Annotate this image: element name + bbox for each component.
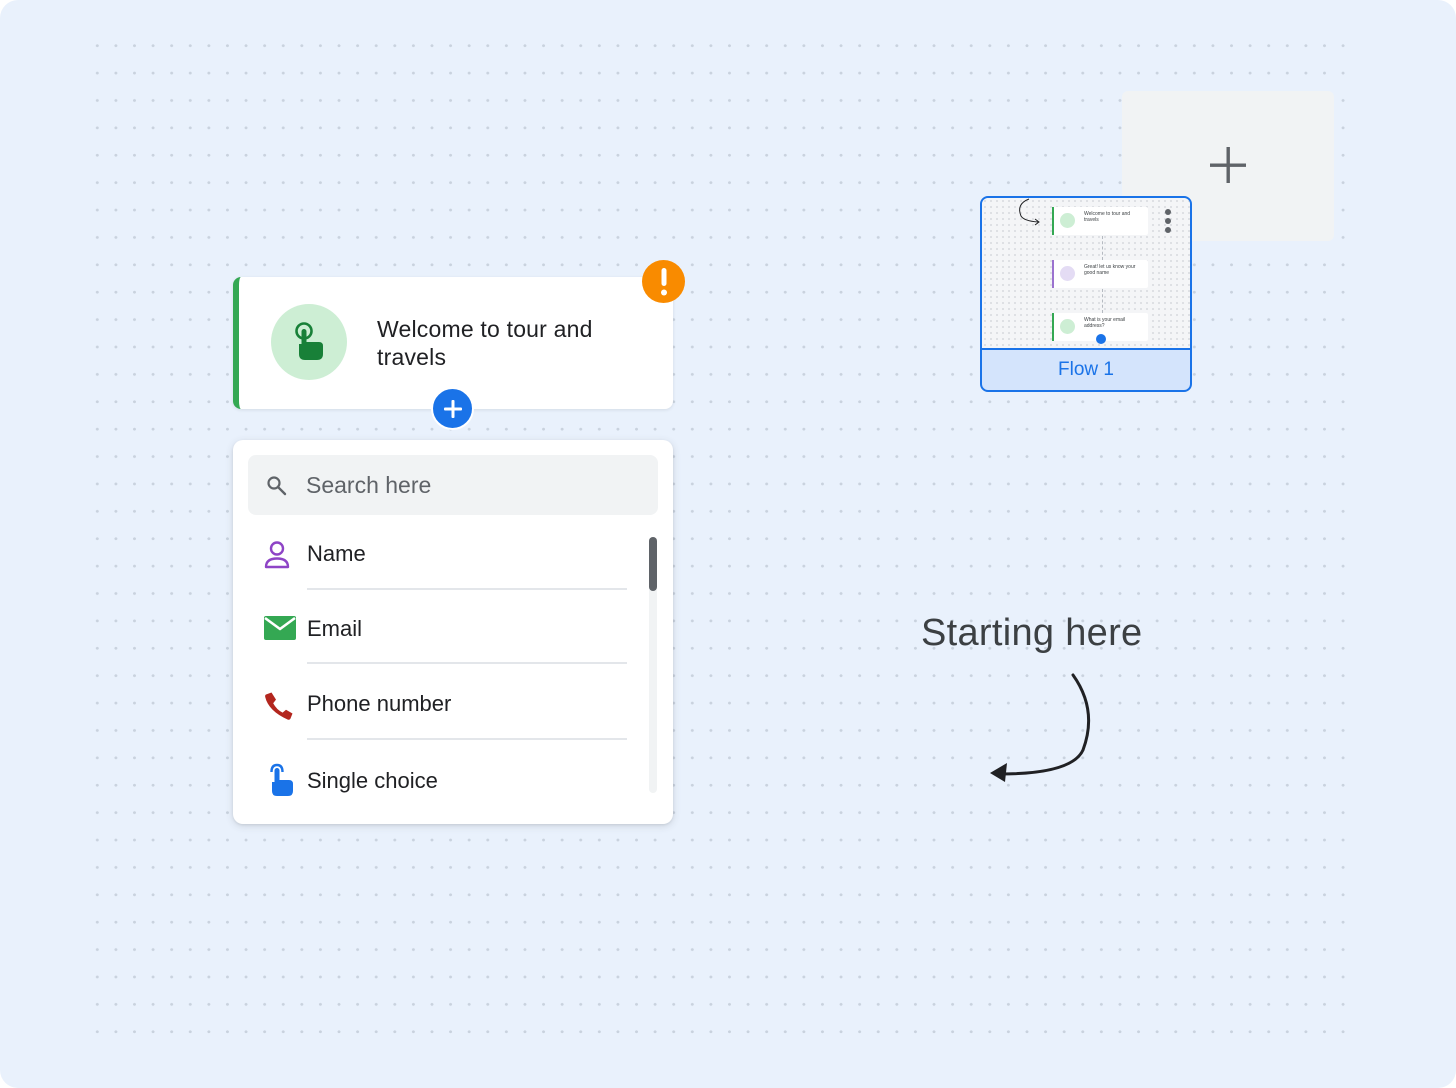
preview-node-text: Great! let us know your good name xyxy=(1084,264,1136,276)
menu-item-label: Name xyxy=(307,541,366,566)
touch-icon xyxy=(270,763,293,796)
preview-node-accent xyxy=(1052,207,1054,235)
preview-connector xyxy=(1102,289,1103,313)
search-input[interactable] xyxy=(306,469,636,501)
plus-icon xyxy=(1210,147,1246,183)
preview-node: Welcome to tour and travels xyxy=(1052,207,1148,235)
menu-item-name[interactable]: Name xyxy=(233,520,653,594)
flow-card-label: Flow 1 xyxy=(1058,359,1114,380)
menu-item-label: Phone number xyxy=(307,691,452,716)
menu-item-email[interactable]: Email xyxy=(233,594,653,668)
preview-node-text: What is your email address? xyxy=(1084,317,1126,329)
annotation-text: Starting here xyxy=(921,612,1143,654)
preview-node-text: Welcome to tour and travels xyxy=(1084,211,1131,223)
menu-divider xyxy=(307,662,627,664)
plus-icon xyxy=(443,399,462,418)
exclamation-icon xyxy=(660,267,667,295)
step-type-dropdown: Name Email Phone number Single c xyxy=(233,440,673,824)
more-vertical-icon[interactable] xyxy=(1164,208,1172,234)
preview-node-accent xyxy=(1052,313,1054,341)
search-icon xyxy=(267,476,287,496)
preview-connector xyxy=(1102,236,1103,260)
preview-node: Great! let us know your good name xyxy=(1052,260,1148,288)
person-icon xyxy=(264,541,290,569)
welcome-node-title: Welcome to tour and travels xyxy=(377,316,593,370)
curved-arrow-icon xyxy=(1019,198,1040,226)
preview-node-icon xyxy=(1060,319,1075,334)
email-icon xyxy=(264,616,296,640)
flow-card[interactable]: Welcome to tour and travels Great! let u… xyxy=(980,196,1192,392)
menu-divider xyxy=(307,738,627,740)
preview-node-icon xyxy=(1060,266,1075,281)
flow-preview-thumbnail: Welcome to tour and travels Great! let u… xyxy=(982,198,1190,350)
warning-badge[interactable] xyxy=(642,260,685,303)
menu-item-phone-number[interactable]: Phone number xyxy=(233,670,653,744)
preview-add-icon xyxy=(1096,334,1106,344)
preview-node-icon xyxy=(1060,213,1075,228)
menu-divider xyxy=(307,588,627,590)
welcome-node-icon-badge xyxy=(271,304,347,380)
preview-node-accent xyxy=(1052,260,1054,288)
menu-item-label: Single choice xyxy=(307,768,438,793)
phone-icon xyxy=(265,692,293,720)
dropdown-scrollbar-thumb[interactable] xyxy=(649,537,657,591)
add-step-button[interactable] xyxy=(431,387,474,430)
flow-builder-canvas[interactable]: Welcome to tour and travels Name xyxy=(0,0,1456,1088)
hand-drawn-arrow-icon xyxy=(990,673,1091,782)
menu-item-label: Email xyxy=(307,616,363,641)
touch-icon xyxy=(295,322,323,360)
search-box[interactable] xyxy=(248,455,658,515)
menu-item-single-choice[interactable]: Single choice xyxy=(233,746,653,820)
